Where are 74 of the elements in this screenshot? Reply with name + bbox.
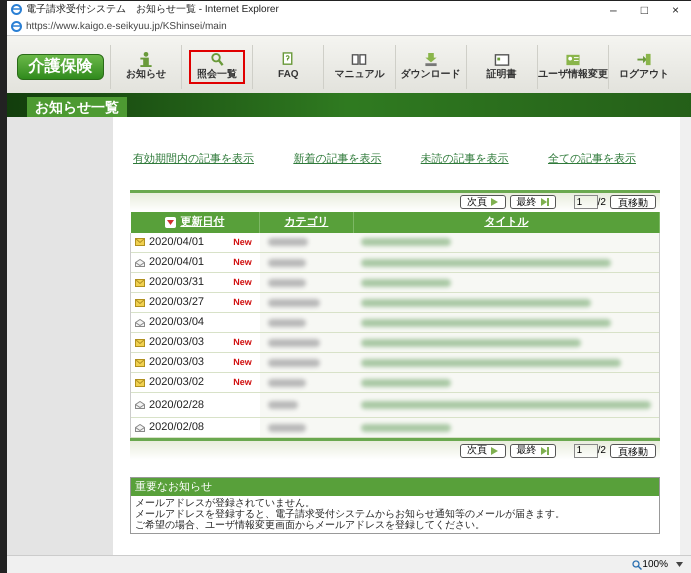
redacted-text	[268, 238, 308, 246]
scrollbar[interactable]	[680, 117, 691, 555]
next-page-button[interactable]: 次頁	[460, 444, 506, 458]
date-text: 2020/03/04	[149, 315, 204, 330]
go-to-page-button[interactable]: 頁移動	[610, 195, 656, 209]
notice-title: 重要なお知らせ	[131, 478, 659, 496]
redacted-text	[268, 424, 306, 432]
new-label: New	[233, 336, 253, 349]
toolbar-button[interactable]: ダウンロード	[392, 50, 469, 84]
next-page-button[interactable]: 次頁	[460, 195, 506, 209]
page-title: お知らせ一覧	[27, 97, 127, 117]
last-page-button[interactable]: 最終	[510, 444, 556, 458]
redacted-text	[268, 401, 298, 409]
redacted-text	[268, 278, 306, 286]
date-text: 2020/02/08	[149, 420, 204, 436]
redacted-text	[268, 258, 306, 266]
maximize-button[interactable]: □	[640, 0, 648, 18]
redacted-text	[268, 298, 320, 306]
page-total: /2	[598, 196, 606, 210]
date-text: 2020/03/31	[149, 275, 204, 290]
zoom-icon	[632, 560, 642, 570]
filter-link[interactable]: 全ての記事を表示	[548, 151, 636, 168]
dropdown-icon[interactable]	[676, 562, 683, 567]
new-label: New	[233, 236, 253, 248]
notice-text: ご希望の場合、ユーザ情報変更画面からメールアドレスを登録してください。	[135, 520, 486, 531]
date-text: 2020/04/01	[149, 255, 204, 270]
window-title: 電子請求受付システム お知らせ一覧 - Internet Explorer	[26, 2, 279, 17]
page-number-field[interactable]: 1	[574, 195, 598, 209]
new-label: New	[233, 256, 253, 269]
play-icon	[491, 198, 498, 206]
go-to-page-button[interactable]: 頁移動	[610, 444, 656, 458]
info-icon	[138, 52, 154, 66]
skip-end-icon	[540, 446, 549, 454]
skip-end-icon	[540, 198, 549, 206]
redacted-text	[268, 378, 306, 386]
date-text: 2020/03/02	[149, 375, 204, 390]
address-field[interactable]: https://www.kaigo.e-seikyuu.jp/KShinsei/main	[26, 19, 227, 34]
sort-icon[interactable]	[165, 216, 176, 228]
book-icon	[351, 52, 368, 66]
toolbar-button[interactable]: お知らせ	[118, 50, 174, 84]
notice-text: メールアドレスを登録すると、電子請求受付システムからお知らせ通知等のメールが届きます。	[135, 509, 566, 520]
zoom-level[interactable]: 100%	[642, 557, 668, 572]
date-text: 2020/03/03	[149, 355, 204, 370]
notice-text: メールアドレスが登録されていません。	[135, 498, 316, 509]
minimize-button[interactable]: –	[610, 0, 617, 18]
page-total: /2	[598, 444, 606, 458]
download-icon	[422, 52, 439, 66]
new-label: New	[233, 356, 253, 369]
browser-icon	[11, 21, 22, 32]
redacted-text	[268, 358, 320, 366]
close-button[interactable]: ×	[672, 0, 679, 18]
new-label: New	[233, 276, 253, 289]
redacted-text	[268, 338, 320, 346]
last-page-button[interactable]: 最終	[510, 195, 556, 209]
date-text: 2020/02/28	[149, 398, 204, 413]
toolbar-button[interactable]: FAQ	[270, 50, 307, 84]
toolbar-button[interactable]: 証明書	[478, 50, 525, 84]
date-text: 2020/04/01	[149, 235, 204, 250]
filter-link[interactable]: 有効期間内の記事を表示	[133, 151, 254, 168]
date-text: 2020/03/27	[149, 295, 204, 310]
redacted-text	[268, 318, 306, 326]
toolbar-button[interactable]: 照会一覧	[189, 50, 246, 84]
filter-link[interactable]: 新着の記事を表示	[293, 151, 382, 168]
new-label: New	[233, 296, 253, 309]
new-label: New	[233, 376, 253, 389]
logout-icon	[636, 52, 652, 66]
page-number-field[interactable]: 1	[574, 444, 598, 458]
date-text: 2020/03/03	[149, 335, 204, 350]
card-icon	[494, 52, 510, 66]
browser-icon	[11, 4, 22, 15]
toolbar-button[interactable]: マニュアル	[326, 50, 392, 84]
filter-link[interactable]: 未読の記事を表示	[420, 151, 509, 168]
play-icon	[491, 446, 498, 454]
search-icon	[209, 52, 226, 66]
